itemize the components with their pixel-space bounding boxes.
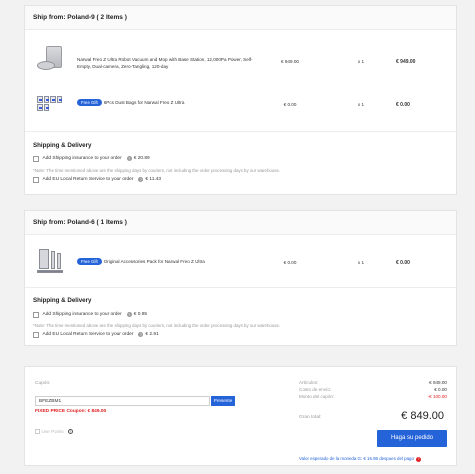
return-service-option[interactable]: Add EU Local Return Service to your orde… bbox=[33, 332, 159, 338]
coupon-amount-row: Monto del cupón: -€ 100.00 bbox=[299, 394, 447, 399]
shipment-card-2: Ship from: Poland-6 ( 1 Items ) Free Gif… bbox=[24, 210, 458, 346]
coupon-amount-value: -€ 100.00 bbox=[427, 394, 447, 399]
order-summary: Cupón: BFEZBM1 Presente FIXED PRICE Coup… bbox=[24, 366, 457, 466]
shipping-delivery-title: Shipping & Delivery bbox=[33, 297, 92, 304]
shipping-note: *Note: The time mentioned above are the … bbox=[33, 168, 281, 173]
return-service-price: € 2.91 bbox=[145, 332, 159, 338]
coupon-label: Cupón: bbox=[35, 381, 51, 386]
free-gift-badge: Free Gift bbox=[77, 99, 102, 107]
help-icon[interactable]: ? bbox=[415, 457, 421, 462]
return-service-label: Add EU Local Return Service to your orde… bbox=[42, 177, 134, 183]
shipping-cost-label: Costo de envío: bbox=[299, 387, 332, 392]
shipping-insurance-option[interactable]: Add Shipping insurance to your order ? €… bbox=[33, 312, 147, 318]
shipment-header: Ship from: Poland-6 ( 1 Items ) bbox=[25, 211, 456, 235]
return-service-checkbox[interactable] bbox=[33, 332, 39, 338]
product-total: € 949.00 bbox=[396, 59, 416, 65]
insurance-label: Add Shipping insurance to your order bbox=[42, 312, 122, 318]
product-price: € 0.00 bbox=[283, 260, 297, 265]
help-icon[interactable]: ? bbox=[67, 429, 73, 434]
order-item: Free Gift Original Accessories Pack for N… bbox=[25, 247, 458, 277]
order-item: Free Gift 6Pcs Dust Bags for Narwal Freo … bbox=[25, 94, 458, 116]
use-points-label: Use Points bbox=[41, 429, 64, 434]
product-image bbox=[37, 96, 63, 111]
product-total: € 0.00 bbox=[396, 102, 410, 108]
product-name[interactable]: Free Gift 6Pcs Dust Bags for Narwal Freo … bbox=[77, 99, 277, 107]
use-points-checkbox[interactable] bbox=[35, 429, 40, 434]
product-qty: x 1 bbox=[357, 59, 365, 64]
shipping-cost-value: € 0.00 bbox=[434, 387, 447, 392]
articles-label: Artículos: bbox=[299, 380, 319, 385]
shipping-note: *Note: The time mentioned above are the … bbox=[33, 323, 281, 328]
free-gift-badge: Free Gift bbox=[77, 258, 102, 266]
product-image bbox=[37, 45, 65, 73]
shipping-insurance-option[interactable]: Add Shipping insurance to your order ? €… bbox=[33, 156, 150, 162]
return-service-label: Add EU Local Return Service to your orde… bbox=[42, 332, 134, 338]
product-qty: x 1 bbox=[357, 102, 365, 107]
divider bbox=[25, 131, 458, 132]
return-service-option[interactable]: Add EU Local Return Service to your orde… bbox=[33, 177, 161, 183]
product-name-text: 6Pcs Dust Bags for Narwal Freo Z Ultra bbox=[103, 100, 185, 105]
articles-value: € 949.00 bbox=[429, 380, 447, 385]
help-icon[interactable]: ? bbox=[138, 332, 144, 338]
coupon-input[interactable]: BFEZBM1 bbox=[35, 396, 210, 406]
product-total: € 0.00 bbox=[396, 260, 410, 266]
use-points-option[interactable]: Use Points ? bbox=[35, 429, 73, 434]
shipment-header: Ship from: Poland-9 ( 2 Items ) bbox=[25, 6, 456, 30]
help-icon[interactable]: ? bbox=[126, 156, 132, 162]
insurance-label: Add Shipping insurance to your order bbox=[42, 156, 122, 162]
product-price: € 949.00 bbox=[281, 59, 299, 64]
product-image bbox=[37, 247, 63, 273]
coupon-applied-text: FIXED PRICE Coupon: € 849.00 bbox=[35, 409, 107, 414]
coupon-amount-label: Monto del cupón: bbox=[299, 394, 335, 399]
shipping-cost-row: Costo de envío: € 0.00 bbox=[299, 387, 447, 392]
product-name[interactable]: Narwal Freo Z Ultra Robot Vacuum and Mop… bbox=[77, 56, 257, 70]
grand-total-value: € 849.00 bbox=[401, 410, 444, 422]
return-service-checkbox[interactable] bbox=[33, 177, 39, 183]
product-price: € 0.00 bbox=[283, 102, 297, 107]
articles-row: Artículos: € 949.00 bbox=[299, 380, 447, 385]
insurance-checkbox[interactable] bbox=[33, 156, 39, 162]
divider bbox=[25, 287, 458, 288]
help-icon[interactable]: ? bbox=[126, 312, 132, 318]
insurance-price: € 20.89 bbox=[133, 156, 150, 162]
expected-coin-value: Valor esperado de la moneda G: € 16.98 d… bbox=[299, 456, 421, 462]
shipping-delivery-title: Shipping & Delivery bbox=[33, 142, 92, 149]
insurance-price: € 0.95 bbox=[133, 312, 148, 318]
product-qty: x 1 bbox=[357, 260, 365, 265]
return-service-price: € 11.43 bbox=[145, 177, 162, 183]
grand-total-label: Gran total: bbox=[299, 415, 322, 420]
place-order-button[interactable]: Haga su pedido bbox=[377, 430, 447, 447]
insurance-checkbox[interactable] bbox=[33, 312, 39, 318]
order-item: Narwal Freo Z Ultra Robot Vacuum and Mop… bbox=[25, 45, 458, 75]
apply-coupon-button[interactable]: Presente bbox=[211, 396, 235, 406]
shipment-card-1: Ship from: Poland-9 ( 2 Items ) Narwal F… bbox=[24, 5, 458, 195]
expected-coin-text: Valor esperado de la moneda G: € 16.98 d… bbox=[299, 456, 414, 461]
product-name[interactable]: Free Gift Original Accessories Pack for N… bbox=[77, 258, 277, 266]
product-name-text: Original Accessories Pack for Narwal Fre… bbox=[103, 259, 205, 264]
help-icon[interactable]: ? bbox=[138, 177, 144, 183]
